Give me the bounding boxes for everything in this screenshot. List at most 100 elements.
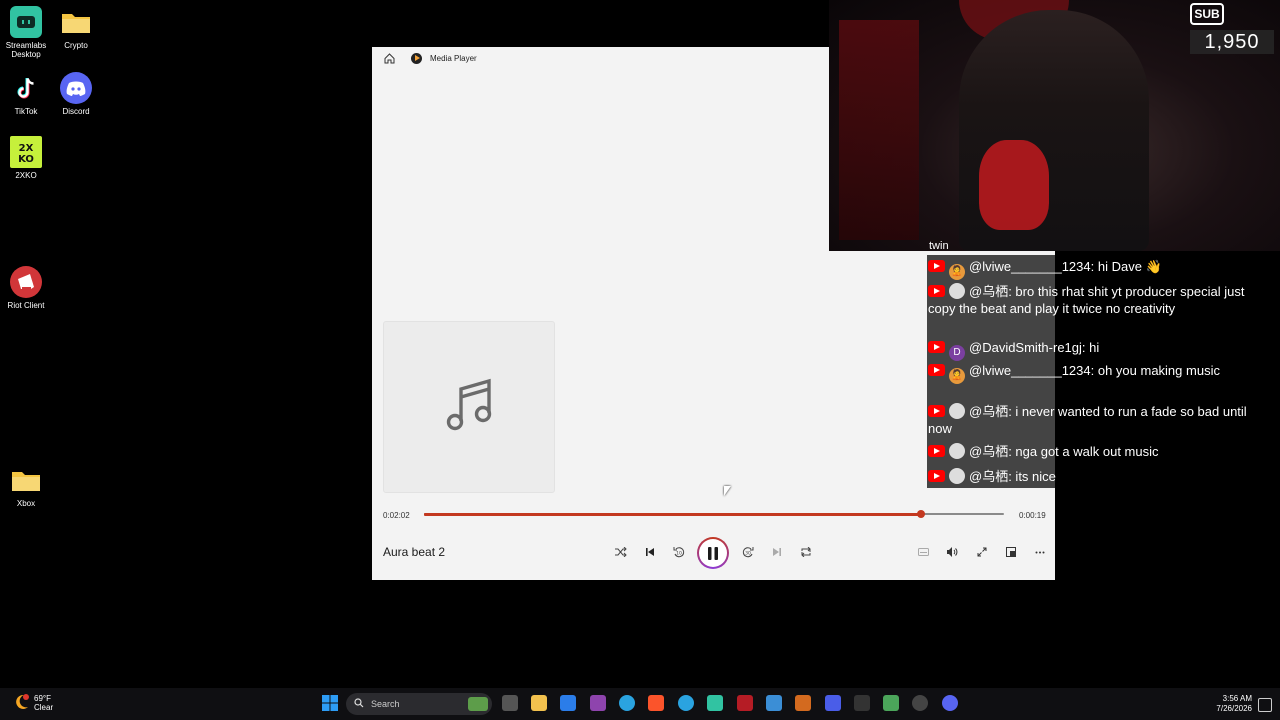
desktop-icon-crypto[interactable]: Crypto bbox=[50, 6, 102, 50]
media-player-taskbar-icon[interactable] bbox=[912, 695, 928, 711]
chat-text: nga got a walk out music bbox=[1011, 444, 1159, 459]
desktop-icon-tiktok[interactable]: TikTok bbox=[0, 72, 52, 116]
desktop-icon-streamlabs[interactable]: Streamlabs Desktop bbox=[0, 6, 52, 59]
desktop-icon-label: Xbox bbox=[16, 499, 36, 508]
skip-back-10-icon[interactable]: 10 bbox=[668, 541, 690, 563]
desktop-icon-2xko[interactable]: 2X KO 2XKO bbox=[0, 136, 52, 180]
weather-condition: Clear bbox=[34, 703, 54, 712]
app-icon-indigo[interactable] bbox=[825, 695, 841, 711]
shuffle-icon[interactable] bbox=[610, 541, 632, 563]
riot-icon bbox=[10, 266, 42, 298]
search-icon bbox=[354, 698, 364, 710]
streamlabs-icon[interactable] bbox=[707, 695, 723, 711]
chat-message: @乌栖: i never wanted to run a fade so bad… bbox=[928, 403, 1248, 437]
desktop-icon-label: TikTok bbox=[14, 107, 38, 116]
next-track-icon[interactable] bbox=[766, 541, 788, 563]
2xko-icon: 2X KO bbox=[10, 136, 42, 168]
music-note-icon bbox=[443, 375, 495, 440]
tiktok-icon bbox=[10, 72, 42, 104]
more-options-icon[interactable] bbox=[1029, 541, 1051, 563]
elapsed-time: 0:02:02 bbox=[383, 511, 410, 520]
volume-icon[interactable] bbox=[941, 541, 963, 563]
fullscreen-icon[interactable] bbox=[971, 541, 993, 563]
app-icon-green[interactable] bbox=[883, 695, 899, 711]
app-icon-blue[interactable] bbox=[766, 695, 782, 711]
chat-message: D @DavidSmith-re1gj: hi bbox=[928, 339, 1248, 361]
system-clock[interactable]: 3:56 AM 7/26/2026 bbox=[1206, 694, 1252, 714]
desktop-icon-label: Crypto bbox=[64, 41, 88, 50]
chat-message: @乌栖: its nice bbox=[928, 468, 1248, 485]
skip-forward-30-icon[interactable]: 30 bbox=[737, 541, 759, 563]
chat-username: @lviwe_______1234: bbox=[969, 259, 1095, 274]
store-icon[interactable] bbox=[560, 695, 576, 711]
pause-icon bbox=[699, 539, 727, 567]
chat-message: 🙎 @lviwe_______1234: oh you making music bbox=[928, 362, 1248, 384]
subscriber-count: 1,950 bbox=[1190, 30, 1274, 54]
media-player-app-icon bbox=[411, 52, 422, 64]
seek-bar-progress bbox=[424, 512, 922, 516]
avatar bbox=[949, 283, 965, 299]
youtube-icon bbox=[928, 445, 945, 457]
avatar: 🙎 bbox=[949, 264, 965, 280]
youtube-icon bbox=[928, 470, 945, 482]
chat-username: @乌栖: bbox=[969, 284, 1012, 299]
desktop-icon-xbox[interactable]: Xbox bbox=[0, 464, 52, 508]
window-title: Media Player bbox=[430, 53, 477, 63]
chat-username: @DavidSmith-re1gj: bbox=[969, 340, 1086, 355]
discord-icon bbox=[60, 72, 92, 104]
svg-text:30: 30 bbox=[745, 551, 751, 557]
taskbar: 69°F Clear Search 3:56 AM 7/26/2026 bbox=[0, 688, 1280, 720]
clock-time: 3:56 AM bbox=[1222, 694, 1252, 703]
telegram-icon[interactable] bbox=[678, 695, 694, 711]
captions-icon[interactable] bbox=[912, 541, 934, 563]
svg-text:KO: KO bbox=[18, 154, 34, 165]
seek-bar[interactable] bbox=[424, 510, 1004, 518]
pause-button[interactable] bbox=[697, 537, 729, 569]
youtube-icon bbox=[928, 285, 945, 297]
notifications-icon[interactable] bbox=[1258, 698, 1272, 712]
stream-caption: twin bbox=[929, 240, 949, 252]
desktop-icon-riot-client[interactable]: Riot Client bbox=[0, 266, 52, 310]
chat-username: @乌栖: bbox=[969, 444, 1012, 459]
windows-start-icon[interactable] bbox=[322, 695, 338, 711]
app-icon-red[interactable] bbox=[737, 695, 753, 711]
brave-icon[interactable] bbox=[648, 695, 664, 711]
repeat-icon[interactable] bbox=[795, 541, 817, 563]
desktop-icon-discord[interactable]: Discord bbox=[50, 72, 102, 116]
task-view-icon[interactable] bbox=[502, 695, 518, 711]
desktop-icon-label: Riot Client bbox=[7, 301, 45, 310]
weather-widget[interactable]: 69°F Clear bbox=[12, 693, 53, 713]
folder-icon bbox=[60, 6, 92, 38]
svg-text:10: 10 bbox=[676, 551, 682, 557]
previous-track-icon[interactable] bbox=[639, 541, 661, 563]
app-icon-ua[interactable] bbox=[854, 695, 870, 711]
folder-icon bbox=[10, 464, 42, 496]
home-icon[interactable] bbox=[383, 52, 395, 64]
remaining-time: 0:00:19 bbox=[1019, 511, 1046, 520]
avatar bbox=[949, 468, 965, 484]
svg-text:2X: 2X bbox=[19, 143, 34, 154]
mouse-cursor bbox=[724, 486, 731, 496]
mini-player-icon[interactable] bbox=[1000, 541, 1022, 563]
album-art-placeholder bbox=[383, 321, 555, 493]
streamlabs-icon bbox=[10, 6, 42, 38]
desktop-icon-label: 2XKO bbox=[15, 171, 37, 180]
telegram-icon[interactable] bbox=[619, 695, 635, 711]
chat-text: its nice bbox=[1011, 469, 1056, 484]
desktop-icon-label: Discord bbox=[62, 107, 90, 116]
search-highlight-image bbox=[468, 697, 488, 711]
app-icon-purple[interactable] bbox=[590, 695, 606, 711]
avatar bbox=[949, 403, 965, 419]
chat-message: @乌栖: nga got a walk out music bbox=[928, 443, 1248, 460]
fl-studio-icon[interactable] bbox=[795, 695, 811, 711]
chat-username: @乌栖: bbox=[969, 404, 1012, 419]
taskbar-search[interactable]: Search bbox=[346, 693, 492, 715]
desktop-icon-label: Streamlabs Desktop bbox=[5, 41, 47, 59]
weather-icon bbox=[12, 693, 30, 713]
seek-bar-thumb[interactable] bbox=[917, 510, 926, 518]
sub-badge: SUB bbox=[1190, 3, 1224, 25]
chat-message: 🙎 @lviwe_______1234: hi Dave 👋 bbox=[928, 258, 1248, 280]
chat-message: @乌栖: bro this rhat shit yt producer spec… bbox=[928, 283, 1248, 317]
file-explorer-icon[interactable] bbox=[531, 695, 547, 711]
discord-icon[interactable] bbox=[942, 695, 958, 711]
